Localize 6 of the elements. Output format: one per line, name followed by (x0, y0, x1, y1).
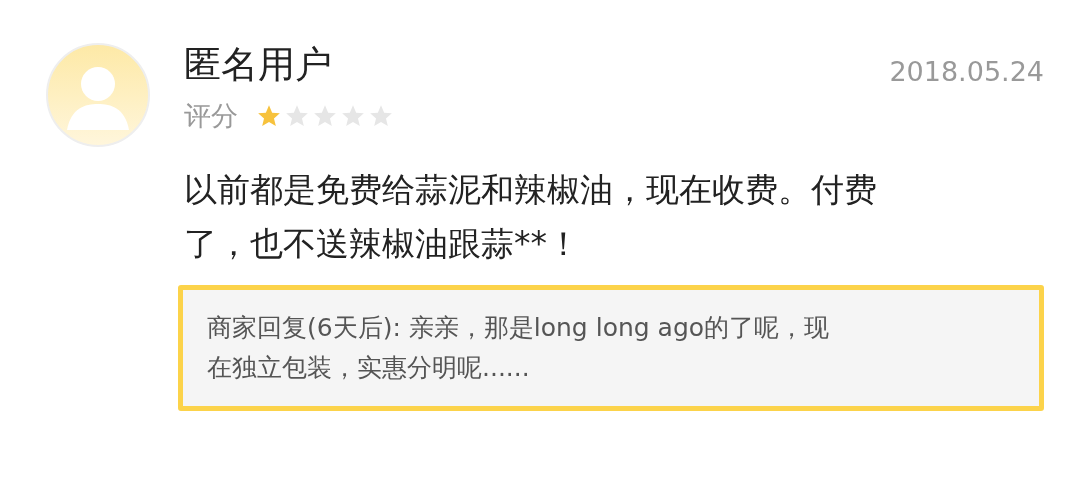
rating-label: 评分 (184, 99, 238, 133)
review-text: 以前都是免费给蒜泥和辣椒油，现在收费。付费了，也不送辣椒油跟蒜**！ (184, 168, 878, 265)
user-name: 匿名用户 (184, 42, 332, 88)
review-date: 2018.05.24 (889, 55, 1044, 89)
avatar-icon (45, 42, 151, 148)
merchant-reply: 商家回复(6天后): 亲亲，那是long long ago的了呢，现在独立包装，实惠分明呢...... (178, 284, 1044, 411)
